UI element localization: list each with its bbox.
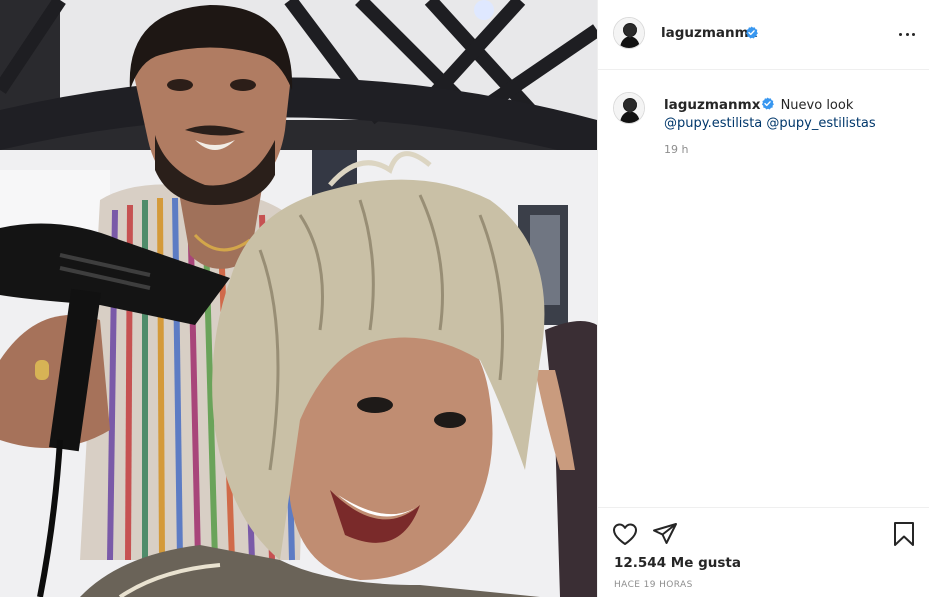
- post-actions: 12.544 Me gusta HACE 19 HORAS: [598, 507, 929, 597]
- bookmark-icon[interactable]: [890, 520, 918, 548]
- post-header: laguzmanmx: [598, 0, 929, 70]
- verified-badge-icon: [762, 97, 775, 110]
- avatar-image: [614, 93, 644, 123]
- header-username[interactable]: laguzmanmx: [661, 25, 757, 41]
- caption-time[interactable]: 19 h: [664, 143, 688, 156]
- caption-message: Nuevo look: [780, 98, 854, 113]
- like-count[interactable]: 12.544 Me gusta: [614, 555, 741, 571]
- caption-avatar[interactable]: [613, 92, 645, 124]
- avatar[interactable]: [613, 17, 645, 49]
- caption-text: laguzmanmx Nuevo look @pupy.estilista @p…: [664, 96, 914, 133]
- post-photo[interactable]: [0, 0, 597, 597]
- mention-link[interactable]: @pupy_estilistas: [766, 116, 875, 131]
- avatar-image: [614, 18, 644, 48]
- paper-plane-icon[interactable]: [651, 520, 679, 548]
- caption-section: laguzmanmx Nuevo look @pupy.estilista @p…: [598, 70, 929, 507]
- post-sidebar: laguzmanmx laguzmanmx Nuevo look @pupy.e…: [597, 0, 929, 597]
- post-image: [0, 0, 597, 597]
- heart-icon[interactable]: [611, 520, 639, 548]
- mention-link[interactable]: @pupy.estilista: [664, 116, 762, 131]
- more-options-icon[interactable]: [897, 24, 917, 44]
- verified-badge-icon: [745, 26, 758, 39]
- post-timestamp[interactable]: HACE 19 HORAS: [614, 580, 693, 590]
- caption-username[interactable]: laguzmanmx: [664, 97, 760, 113]
